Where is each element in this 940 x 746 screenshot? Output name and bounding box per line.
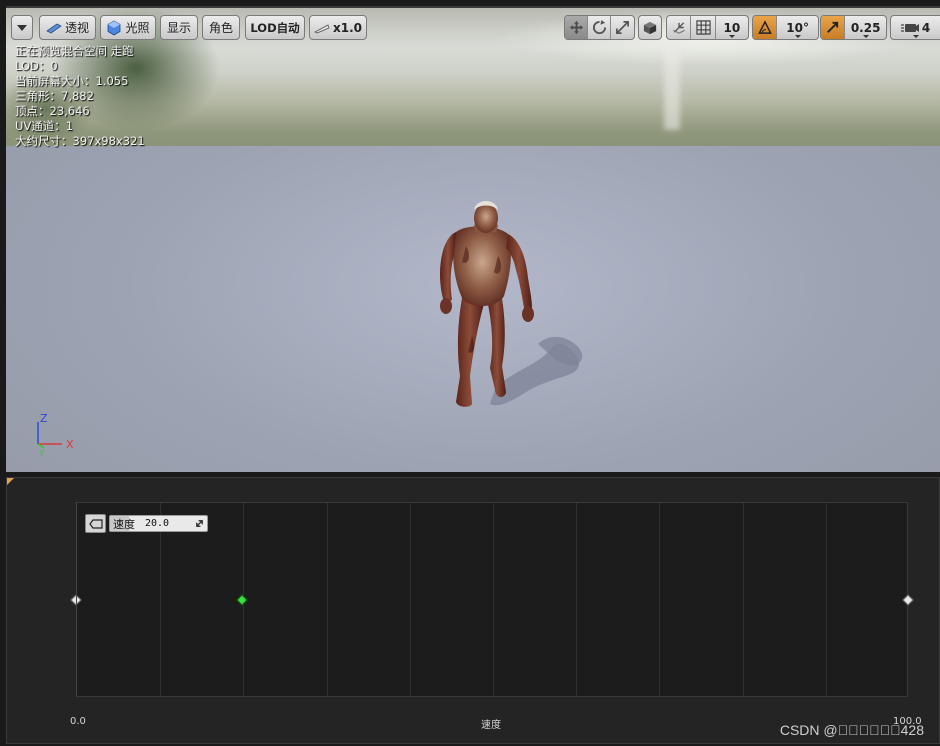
rotate-tool-button[interactable] [588,16,611,39]
lod-label: LOD自动 [250,20,300,35]
sample-tooltip: 速度 20.0 [85,514,208,533]
grid-line [326,503,328,696]
scale-snap-icon [827,21,839,33]
rotation-snap-toggle[interactable] [753,16,778,39]
axis-value-label: 速度 [113,517,135,531]
rotation-snap-icon [757,20,772,34]
tag-icon [88,518,103,529]
stat-lod: LOD：0 [15,59,58,73]
camera-speed-button[interactable]: 4 [890,15,940,40]
viewport-stats-overlay: 正在预览混合空间 走跑 LOD：0 当前屏幕大小：1.055 三角形：7,882… [15,44,145,149]
character-menu-button[interactable]: 角色 [202,15,240,40]
grid-line [409,503,411,696]
chevron-down-icon [794,35,801,38]
grid-line [742,503,744,696]
graph-left-edge [76,502,77,697]
translate-tool-button[interactable] [565,16,589,39]
grid-snap-icon [696,20,711,35]
panel-corner-marker [7,478,14,485]
surface-snap-icon [672,22,685,34]
show-label: 显示 [166,21,191,35]
perspective-label: 透视 [64,21,89,35]
scale-snap-toggle[interactable] [821,16,846,39]
x-axis-name-label: 速度 [481,720,501,731]
grid-snap-toggle[interactable] [691,16,716,39]
rotation-snap-value: 10° [786,20,809,35]
viewport-options-button[interactable] [11,15,33,40]
grid-snap-value-dropdown[interactable]: 10 [716,16,748,39]
camera-speed-value: 4 [921,20,931,35]
scale-snap-group: 0.25 [820,15,887,40]
chevron-down-icon [862,35,869,38]
stat-uv-channels: UV通道：1 [15,119,74,133]
axis-z-label: Z [40,412,48,425]
transform-tools-group [564,15,635,40]
axis-value-number: 20.0 [145,518,170,529]
translate-icon [569,20,583,35]
grid-line [659,503,661,696]
sample-point[interactable] [902,593,914,606]
lit-label: 光照 [125,21,150,35]
blend-space-editor: 速度 20.0 0.0 速度 100.0 [6,477,940,744]
scale-snap-value: 0.25 [850,20,881,35]
tooltip-tag-button[interactable] [85,514,106,533]
show-menu-button[interactable]: 显示 [160,15,198,40]
local-space-cube-icon [643,21,657,34]
surface-snap-button[interactable] [667,16,692,39]
menu-dropdown-icon [17,24,27,31]
coordinate-space-button[interactable] [638,15,662,40]
speed-label: x1.0 [333,20,362,35]
preview-character [440,201,583,407]
lod-auto-button[interactable]: LOD自动 [245,15,305,40]
stat-triangles: 三角形：7,882 [15,89,94,103]
stat-vertices: 顶点：23,646 [15,104,90,118]
x-axis-min-label: 0.0 [70,716,86,727]
perspective-icon [46,23,62,33]
grid-line [576,503,578,696]
stat-preview-line: 正在预览混合空间 走跑 [15,44,134,58]
chevron-down-icon [912,35,919,38]
axis-value-input[interactable]: 速度 20.0 [109,515,208,532]
playback-speed-button[interactable]: x1.0 [309,15,367,40]
axis-y-label: Y [38,449,45,456]
grid-snap-value: 10 [723,20,741,35]
watermark: CSDN @      428 [779,722,924,738]
scale-icon [615,21,629,34]
preview-viewport[interactable]: 透视 光照 显示 角色 LOD自动 x1.0 10 10° 0.25 4 正在预… [6,6,940,472]
grid-line [493,503,494,696]
active-sample-point[interactable] [236,593,249,606]
character-label: 角色 [208,21,233,35]
expand-icon [196,520,203,527]
scale-tool-button[interactable] [611,16,634,39]
grid-line [825,503,827,696]
axis-x-label: X [66,438,74,451]
stat-approx-size: 大约尺寸：397x98x321 [15,134,145,148]
chevron-down-icon [728,35,735,38]
lit-mode-button[interactable]: 光照 [100,15,156,40]
axis-gizmo: Z X Y [37,412,74,456]
camera-speed-icon [900,23,919,32]
stat-screen-size: 当前屏幕大小：1.055 [15,74,129,88]
rotation-snap-group: 10° [752,15,819,40]
rotation-snap-value-dropdown[interactable]: 10° [777,16,818,39]
scale-snap-value-dropdown[interactable]: 0.25 [845,16,886,39]
grid-snap-group: 10 [666,15,749,40]
rotate-icon [592,20,606,35]
lit-sphere-icon [108,20,121,35]
perspective-button[interactable]: 透视 [39,15,96,40]
play-speed-icon [314,23,330,33]
